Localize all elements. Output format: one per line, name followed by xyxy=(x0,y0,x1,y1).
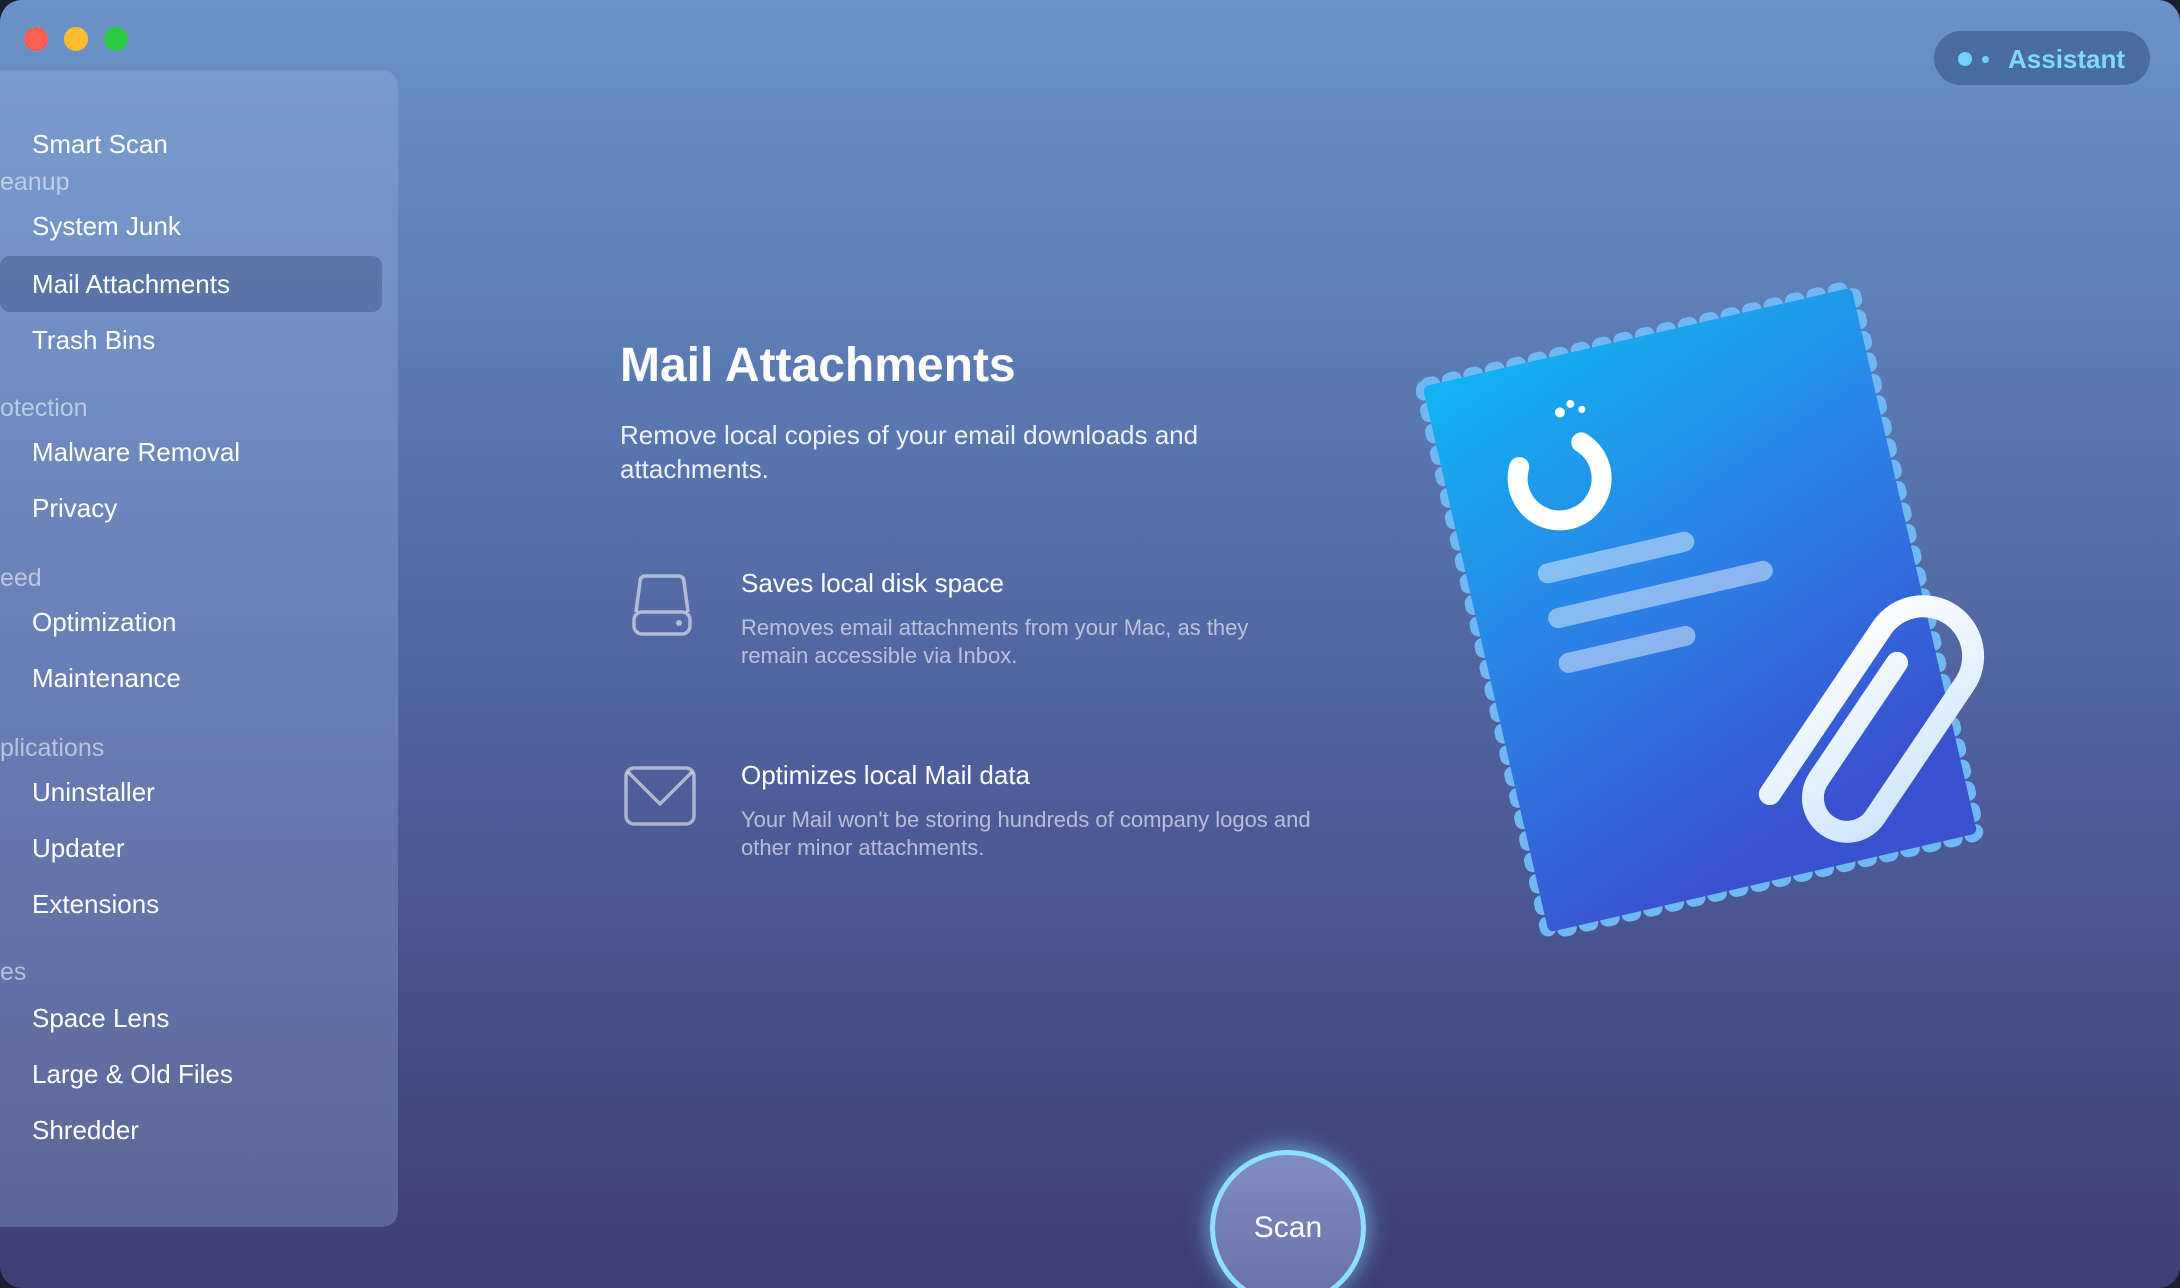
sidebar-item-smart-scan[interactable]: Smart Scan xyxy=(0,116,382,172)
sidebar: Smart Scan eanup System Junk Mail Attach… xyxy=(0,70,398,1227)
mail-attachments-icon xyxy=(0,273,9,295)
feature-title: Optimizes local Mail data xyxy=(741,760,1030,790)
sidebar-section-speed: eed xyxy=(0,564,42,592)
sidebar-item-label: Extensions xyxy=(32,888,160,919)
page-subtitle: Remove local copies of your email downlo… xyxy=(620,420,1199,484)
sidebar-item-label: System Junk xyxy=(32,210,181,241)
sidebar-item-label: Smart Scan xyxy=(32,128,168,159)
sidebar-item-trash-bins[interactable]: Trash Bins xyxy=(0,312,382,368)
sidebar-section-files: es xyxy=(0,958,27,986)
space-lens-icon xyxy=(0,1007,9,1029)
sidebar-item-label: Updater xyxy=(32,832,125,863)
malware-removal-icon xyxy=(0,441,9,463)
sidebar-item-uninstaller[interactable]: Uninstaller xyxy=(0,764,382,820)
large-old-files-icon xyxy=(0,1063,9,1085)
sidebar-item-label: Space Lens xyxy=(32,1002,170,1033)
maintenance-icon xyxy=(0,667,9,689)
assistant-label: Assistant xyxy=(2008,44,2126,74)
system-junk-icon xyxy=(0,215,9,237)
feature-title: Saves local disk space xyxy=(741,568,1005,598)
assistant-button[interactable]: Assistant xyxy=(1934,31,2150,85)
shredder-icon xyxy=(0,1119,9,1141)
smart-scan-icon xyxy=(0,133,9,155)
updater-icon xyxy=(0,837,9,859)
scan-button-label: Scan xyxy=(1253,1211,1323,1244)
uninstaller-icon xyxy=(0,781,9,803)
sidebar-item-label: Large & Old Files xyxy=(32,1058,233,1089)
sidebar-item-shredder[interactable]: Shredder xyxy=(0,1102,382,1158)
sidebar-item-maintenance[interactable]: Maintenance xyxy=(0,650,382,706)
feature-description: Removes email attachments from your Mac,… xyxy=(741,615,1249,668)
sidebar-item-label: Uninstaller xyxy=(32,776,155,807)
sidebar-item-malware-removal[interactable]: Malware Removal xyxy=(0,424,382,480)
sidebar-item-large-old-files[interactable]: Large & Old Files xyxy=(0,1046,382,1102)
sidebar-item-system-junk[interactable]: System Junk xyxy=(0,198,382,254)
maximize-window-button[interactable] xyxy=(104,27,128,51)
sidebar-item-label: Maintenance xyxy=(32,662,181,693)
sidebar-item-optimization[interactable]: Optimization xyxy=(0,594,382,650)
close-window-button[interactable] xyxy=(24,27,48,51)
sidebar-item-privacy[interactable]: Privacy xyxy=(0,480,382,536)
sidebar-item-mail-attachments[interactable]: Mail Attachments xyxy=(0,256,382,312)
sidebar-item-label: Malware Removal xyxy=(32,436,241,467)
window-controls xyxy=(24,27,128,51)
sidebar-item-label: Optimization xyxy=(32,606,177,637)
sidebar-item-updater[interactable]: Updater xyxy=(0,820,382,876)
app-window: Smart Scan eanup System Junk Mail Attach… xyxy=(0,0,2180,1288)
disk-drive-icon xyxy=(632,574,692,636)
sidebar-section-cleanup: eanup xyxy=(0,168,70,196)
mail-attachment-stamp-illustration xyxy=(1415,280,1985,940)
envelope-icon xyxy=(624,766,696,826)
sidebar-item-label: Shredder xyxy=(32,1114,139,1145)
sidebar-item-space-lens[interactable]: Space Lens xyxy=(0,990,382,1046)
sidebar-item-label: Mail Attachments xyxy=(32,268,230,299)
optimization-icon xyxy=(0,611,9,633)
page-title: Mail Attachments xyxy=(620,339,1016,392)
sidebar-section-applications: plications xyxy=(0,734,105,762)
privacy-icon xyxy=(0,497,9,519)
trash-bins-icon xyxy=(0,329,9,351)
sidebar-section-protection: otection xyxy=(0,394,88,422)
extensions-icon xyxy=(0,893,9,915)
feature-description: Your Mail won't be storing hundreds of c… xyxy=(741,807,1311,860)
minimize-window-button[interactable] xyxy=(64,27,88,51)
sidebar-item-label: Trash Bins xyxy=(32,324,156,355)
sidebar-item-extensions[interactable]: Extensions xyxy=(0,876,382,932)
sidebar-item-label: Privacy xyxy=(32,492,118,523)
